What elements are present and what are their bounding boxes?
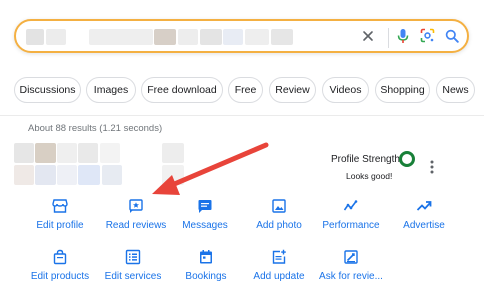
add-update-button[interactable]: Add update <box>239 249 319 293</box>
shopping-bag-icon <box>52 249 68 265</box>
action-label: Add photo <box>256 220 302 231</box>
profile-strength-status: Looks good! <box>346 171 393 181</box>
action-label: Edit services <box>104 271 162 282</box>
ask-for-reviews-button[interactable]: Ask for revie... <box>311 249 391 293</box>
advertise-button[interactable]: Advertise <box>384 198 464 242</box>
messages-button[interactable]: Messages <box>165 198 245 242</box>
chip-free-download[interactable]: Free download <box>141 77 223 103</box>
action-label: Performance <box>322 220 380 231</box>
results-count: About 88 results (1.21 seconds) <box>28 123 163 134</box>
edit-profile-button[interactable]: Edit profile <box>20 198 100 242</box>
lens-icon <box>420 28 435 48</box>
search-icon <box>445 29 459 48</box>
read-reviews-button[interactable]: Read reviews <box>96 198 176 242</box>
performance-button[interactable]: Performance <box>311 198 391 242</box>
more-options-button[interactable] <box>426 160 438 178</box>
action-label: Advertise <box>403 220 445 231</box>
action-label: Edit profile <box>36 220 84 231</box>
edit-products-button[interactable]: Edit products <box>20 249 100 293</box>
profile-strength-ring <box>399 151 415 167</box>
chip-discussions[interactable]: Discussions <box>14 77 81 103</box>
mic-icon <box>396 28 410 49</box>
performance-icon <box>343 198 359 214</box>
voice-search-button[interactable] <box>394 28 412 49</box>
add-photo-button[interactable]: Add photo <box>239 198 319 242</box>
header-divider <box>0 115 484 116</box>
chip-shopping[interactable]: Shopping <box>375 77 430 103</box>
clear-search-button[interactable] <box>359 29 377 47</box>
search-divider <box>388 28 389 48</box>
chip-review[interactable]: Review <box>269 77 316 103</box>
chip-images[interactable]: Images <box>86 77 136 103</box>
bookings-button[interactable]: Bookings <box>166 249 246 293</box>
edit-services-button[interactable]: Edit services <box>93 249 173 293</box>
message-icon <box>197 198 213 214</box>
action-label: Edit products <box>30 271 90 282</box>
trending-icon <box>416 198 432 214</box>
list-icon <box>125 249 141 265</box>
chip-videos[interactable]: Videos <box>322 77 369 103</box>
profile-strength-label: Profile Strength <box>331 154 400 165</box>
search-submit-button[interactable] <box>443 29 461 47</box>
review-star-icon <box>128 198 144 214</box>
calendar-icon <box>198 249 214 265</box>
action-label: Bookings <box>185 271 227 282</box>
action-label: Add update <box>253 271 305 282</box>
storefront-icon <box>52 198 68 214</box>
search-bar[interactable] <box>14 19 469 53</box>
chip-free[interactable]: Free <box>228 77 263 103</box>
action-label: Read reviews <box>105 220 167 231</box>
action-label: Messages <box>182 220 228 231</box>
photo-icon <box>271 198 287 214</box>
ask-review-icon <box>343 249 359 265</box>
chip-news[interactable]: News <box>436 77 475 103</box>
close-icon <box>362 29 374 47</box>
lens-search-button[interactable] <box>418 28 436 48</box>
action-label: Ask for revie... <box>319 271 383 282</box>
more-vert-icon <box>430 160 434 179</box>
post-add-icon <box>271 249 287 265</box>
